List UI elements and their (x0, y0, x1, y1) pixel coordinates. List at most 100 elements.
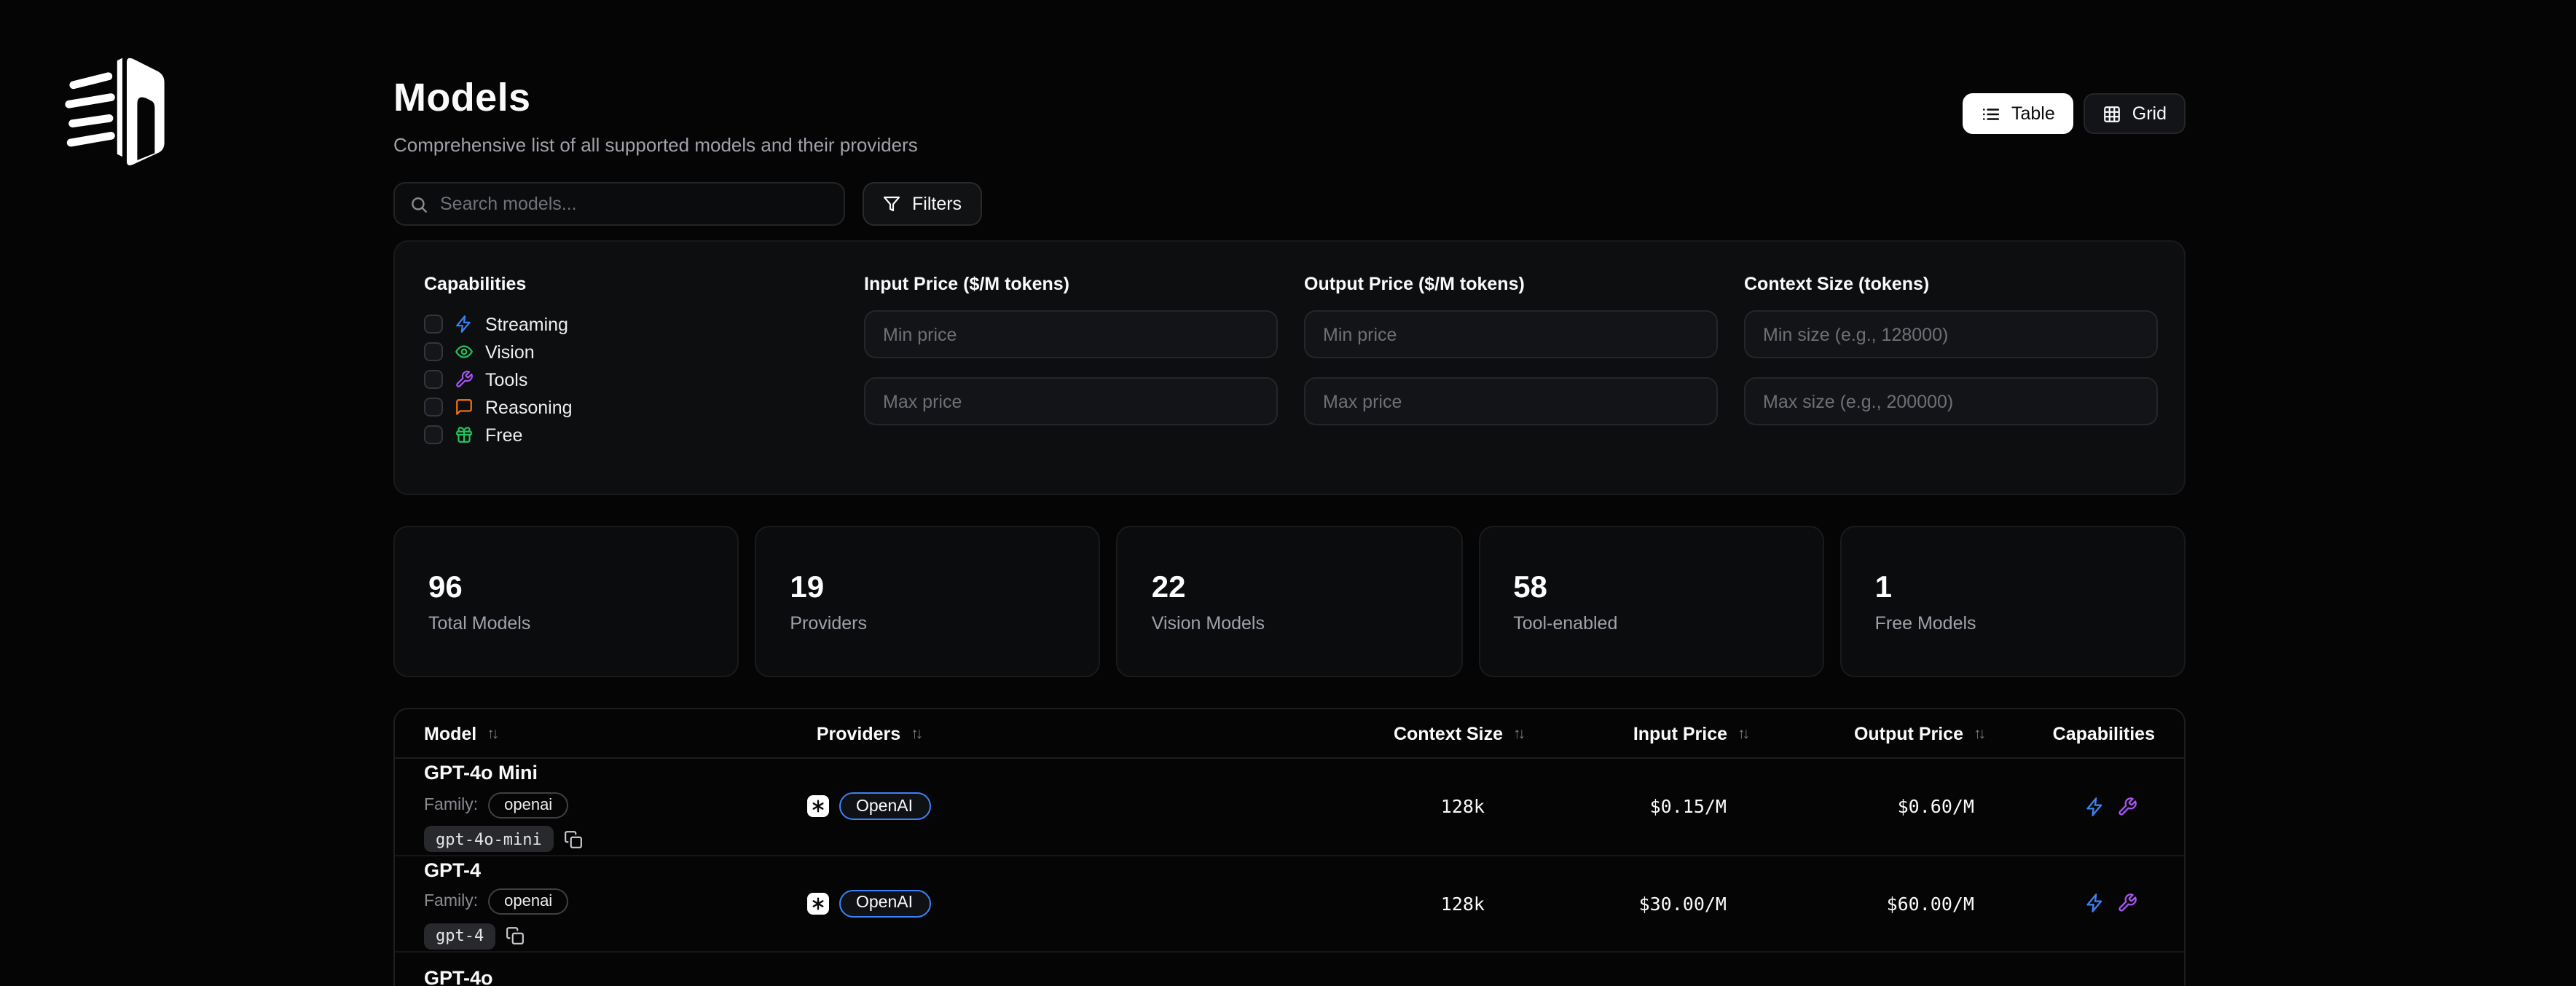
app-logo[interactable] (61, 44, 166, 172)
stat-card-vision-models: 22 Vision Models (1117, 526, 1462, 677)
search-input[interactable] (440, 194, 829, 214)
family-badge: openai (488, 792, 568, 819)
context-size-title: Context Size (tokens) (1744, 274, 2158, 294)
sort-icon: ↑↓ (487, 725, 496, 742)
stat-label: Providers (790, 612, 1099, 633)
sort-icon: ↑↓ (1737, 725, 1747, 742)
table-row[interactable]: GPT-4 Family: openai gpt-4 (395, 856, 2184, 953)
filters-button[interactable]: Filters (863, 182, 982, 226)
zap-icon (455, 315, 474, 334)
stat-card-total-models: 96 Total Models (393, 526, 739, 677)
family-label: Family: (424, 894, 478, 911)
column-header-providers[interactable]: Providers ↑↓ (774, 723, 963, 744)
openai-logo-icon (806, 796, 828, 818)
column-header-context-size[interactable]: Context Size ↑↓ (963, 723, 1523, 744)
stat-label: Vision Models (1152, 612, 1461, 633)
filter-panel: Capabilities Streaming Vision Tools (393, 240, 2186, 495)
sort-icon: ↑↓ (911, 725, 920, 742)
input-price-value: $0.15/M (1523, 796, 1747, 818)
search-row: Filters (393, 182, 982, 226)
context-size-max-field[interactable] (1744, 377, 2158, 425)
model-id-row: gpt-4o-mini (424, 825, 774, 854)
capability-label: Tools (485, 369, 527, 390)
stat-label: Free Models (1875, 612, 2184, 633)
openai-logo-icon (806, 893, 828, 915)
capability-label: Free (485, 425, 522, 445)
context-size-min-field[interactable] (1744, 310, 2158, 358)
model-id-chip: gpt-4 (424, 923, 495, 950)
tools-checkbox[interactable] (424, 370, 443, 389)
family-badge: openai (488, 889, 568, 915)
sort-icon: ↑↓ (1513, 725, 1523, 742)
capability-option-tools[interactable]: Tools (424, 366, 838, 393)
table-row[interactable]: GPT-4o Mini Family: openai gpt-4o-mini (395, 759, 2184, 856)
context-size-filter-group: Context Size (tokens) (1744, 274, 2158, 462)
model-name: GPT-4o Mini (424, 762, 774, 784)
stat-card-providers: 19 Providers (755, 526, 1100, 677)
column-header-model[interactable]: Model ↑↓ (424, 723, 774, 744)
sort-icon: ↑↓ (1974, 725, 1983, 742)
list-icon (1982, 104, 2001, 123)
gift-icon (455, 425, 474, 444)
grid-view-button[interactable]: Grid (2084, 93, 2186, 134)
capability-option-streaming[interactable]: Streaming (424, 310, 838, 338)
model-name: GPT-4o (424, 967, 774, 986)
capability-label: Streaming (485, 314, 568, 334)
filter-funnel-icon (883, 195, 900, 213)
column-header-input-price[interactable]: Input Price ↑↓ (1523, 723, 1747, 744)
input-price-min-field[interactable] (864, 310, 1278, 358)
table-view-button[interactable]: Table (1963, 93, 2074, 134)
vision-checkbox[interactable] (424, 342, 443, 361)
models-page: Models Comprehensive list of all support… (0, 0, 2576, 986)
provider-badge: OpenAI (839, 793, 930, 821)
stat-label: Total Models (428, 612, 737, 633)
stat-value: 1 (1875, 570, 2184, 605)
reasoning-checkbox[interactable] (424, 398, 443, 417)
capabilities-title: Capabilities (424, 274, 838, 294)
wrench-icon (2117, 894, 2137, 914)
family-label: Family: (424, 797, 478, 814)
output-price-value: $60.00/M (1747, 893, 1983, 915)
input-price-title: Input Price ($/M tokens) (864, 274, 1278, 294)
output-price-title: Output Price ($/M tokens) (1304, 274, 1718, 294)
model-id-row: gpt-4 (424, 922, 774, 951)
output-price-min-field[interactable] (1304, 310, 1718, 358)
capability-option-vision[interactable]: Vision (424, 338, 838, 366)
column-header-output-price[interactable]: Output Price ↑↓ (1747, 723, 1983, 744)
column-label: Providers (817, 723, 900, 744)
search-box (393, 182, 845, 226)
output-price-max-field[interactable] (1304, 377, 1718, 425)
model-name: GPT-4 (424, 859, 774, 881)
streaming-checkbox[interactable] (424, 315, 443, 334)
model-id-chip: gpt-4o-mini (424, 827, 554, 853)
provider-cell: OpenAI (774, 793, 963, 821)
models-table: Model ↑↓ Providers ↑↓ Context Size ↑↓ In… (393, 708, 2186, 986)
family-row: Family: openai (424, 887, 774, 918)
page-header: Models Comprehensive list of all support… (393, 76, 2186, 156)
free-checkbox[interactable] (424, 425, 443, 444)
table-header: Model ↑↓ Providers ↑↓ Context Size ↑↓ In… (395, 709, 2184, 759)
zap-icon (2085, 894, 2105, 914)
copy-icon[interactable] (564, 830, 583, 849)
copy-icon[interactable] (506, 927, 525, 946)
stat-value: 96 (428, 570, 737, 605)
column-header-capabilities: Capabilities (1983, 723, 2155, 744)
stat-card-tool-enabled: 58 Tool-enabled (1478, 526, 1823, 677)
output-price-value: $0.60/M (1747, 796, 1983, 818)
capabilities-filter-group: Capabilities Streaming Vision Tools (424, 274, 838, 462)
capability-label: Vision (485, 342, 535, 362)
capability-option-free[interactable]: Free (424, 421, 838, 449)
grid-icon (2103, 104, 2122, 123)
output-price-filter-group: Output Price ($/M tokens) (1304, 274, 1718, 462)
input-price-value: $30.00/M (1523, 893, 1747, 915)
provider-badge: OpenAI (839, 890, 930, 918)
table-row[interactable]: GPT-4o (395, 953, 2184, 986)
stat-card-free-models: 1 Free Models (1840, 526, 2186, 677)
column-label: Context Size (1394, 723, 1503, 744)
capability-option-reasoning[interactable]: Reasoning (424, 393, 838, 421)
grid-view-label: Grid (2132, 103, 2167, 124)
input-price-max-field[interactable] (864, 377, 1278, 425)
model-cell: GPT-4 Family: openai gpt-4 (424, 856, 774, 951)
stat-label: Tool-enabled (1513, 612, 1822, 633)
stat-value: 58 (1513, 570, 1822, 605)
